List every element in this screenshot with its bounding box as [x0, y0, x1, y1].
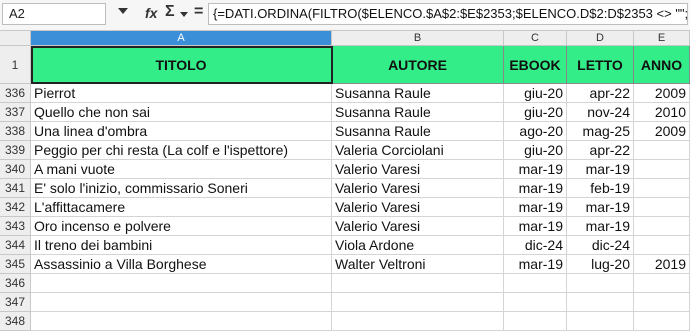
- formula-input[interactable]: {=DATI.ORDINA(FILTRO($ELENCO.$A$2:$E$235…: [208, 3, 688, 25]
- column-header-e[interactable]: E: [634, 31, 690, 46]
- column-header-a[interactable]: A: [31, 31, 332, 46]
- row-header[interactable]: 348: [0, 312, 31, 331]
- table-cell[interactable]: lug-20: [567, 255, 634, 274]
- table-cell[interactable]: [504, 293, 567, 312]
- table-cell[interactable]: feb-19: [567, 179, 634, 198]
- table-cell[interactable]: [31, 274, 332, 293]
- formula-icon[interactable]: =: [194, 3, 203, 21]
- table-cell[interactable]: [504, 312, 567, 331]
- row-header[interactable]: 1: [0, 46, 31, 84]
- table-cell[interactable]: [634, 160, 690, 179]
- table-cell[interactable]: 2010: [634, 103, 690, 122]
- table-cell[interactable]: mar-19: [567, 198, 634, 217]
- table-cell[interactable]: Valerio Varesi: [332, 160, 504, 179]
- table-cell[interactable]: 2009: [634, 122, 690, 141]
- table-cell[interactable]: [332, 293, 504, 312]
- row-header[interactable]: 343: [0, 217, 31, 236]
- column-header-b[interactable]: B: [332, 31, 504, 46]
- table-cell[interactable]: Quello che non sai: [31, 103, 332, 122]
- table-cell[interactable]: L'affittacamere: [31, 198, 332, 217]
- table-cell[interactable]: [31, 312, 332, 331]
- table-cell[interactable]: dic-24: [567, 236, 634, 255]
- row-header[interactable]: 338: [0, 122, 31, 141]
- table-cell[interactable]: [31, 293, 332, 312]
- table-cell[interactable]: Walter Veltroni: [332, 255, 504, 274]
- table-cell[interactable]: mag-25: [567, 122, 634, 141]
- row-header[interactable]: 344: [0, 236, 31, 255]
- header-cell-b[interactable]: AUTORE: [332, 46, 504, 84]
- table-cell[interactable]: mar-19: [567, 217, 634, 236]
- table-cell[interactable]: mar-19: [504, 160, 567, 179]
- table-cell[interactable]: [634, 312, 690, 331]
- function-wizard-icon[interactable]: fx: [145, 5, 157, 21]
- select-all-corner[interactable]: [0, 31, 31, 46]
- table-cell[interactable]: mar-19: [504, 198, 567, 217]
- row-header[interactable]: 345: [0, 255, 31, 274]
- table-cell[interactable]: [634, 217, 690, 236]
- table-cell[interactable]: E' solo l'inizio, commissario Soneri: [31, 179, 332, 198]
- table-cell[interactable]: [504, 274, 567, 293]
- table-cell[interactable]: A mani vuote: [31, 160, 332, 179]
- row-header[interactable]: 347: [0, 293, 31, 312]
- column-header-d[interactable]: D: [567, 31, 634, 46]
- header-cell-e[interactable]: ANNO: [634, 46, 690, 84]
- sum-dropdown-icon[interactable]: [180, 12, 188, 17]
- table-cell[interactable]: dic-24: [504, 236, 567, 255]
- header-cell-d[interactable]: LETTO: [567, 46, 634, 84]
- column-header-c[interactable]: C: [504, 31, 567, 46]
- table-cell[interactable]: giu-20: [504, 103, 567, 122]
- table-cell[interactable]: Assassinio a Villa Borghese: [31, 255, 332, 274]
- formula-bar: A2 fx Σ = {=DATI.ORDINA(FILTRO($ELENCO.$…: [0, 0, 690, 31]
- table-cell[interactable]: [567, 312, 634, 331]
- table-cell[interactable]: 2009: [634, 84, 690, 103]
- row-header[interactable]: 340: [0, 160, 31, 179]
- row-header[interactable]: 341: [0, 179, 31, 198]
- header-cell-c[interactable]: EBOOK: [504, 46, 567, 84]
- row-header[interactable]: 337: [0, 103, 31, 122]
- table-cell[interactable]: Peggio per chi resta (La colf e l'ispett…: [31, 141, 332, 160]
- table-cell[interactable]: [634, 179, 690, 198]
- table-cell[interactable]: Valerio Varesi: [332, 198, 504, 217]
- table-cell[interactable]: Una linea d'ombra: [31, 122, 332, 141]
- table-cell[interactable]: giu-20: [504, 141, 567, 160]
- table-cell[interactable]: Valerio Varesi: [332, 179, 504, 198]
- table-cell[interactable]: [332, 274, 504, 293]
- table-cell[interactable]: [332, 312, 504, 331]
- table-cell[interactable]: nov-24: [567, 103, 634, 122]
- row-header[interactable]: 346: [0, 274, 31, 293]
- table-cell[interactable]: Valerio Varesi: [332, 217, 504, 236]
- table-cell[interactable]: [567, 293, 634, 312]
- table-cell[interactable]: [634, 236, 690, 255]
- sum-icon[interactable]: Σ: [165, 3, 175, 21]
- row-header[interactable]: 342: [0, 198, 31, 217]
- name-box[interactable]: A2: [2, 3, 106, 25]
- table-cell[interactable]: Viola Ardone: [332, 236, 504, 255]
- table-cell[interactable]: Pierrot: [31, 84, 332, 103]
- table-cell[interactable]: ago-20: [504, 122, 567, 141]
- table-cell[interactable]: giu-20: [504, 84, 567, 103]
- table-cell[interactable]: apr-22: [567, 141, 634, 160]
- table-cell[interactable]: [634, 141, 690, 160]
- table-cell[interactable]: Susanna Raule: [332, 122, 504, 141]
- table-cell[interactable]: [634, 198, 690, 217]
- table-cell[interactable]: mar-19: [504, 179, 567, 198]
- row-header[interactable]: 339: [0, 141, 31, 160]
- table-cell[interactable]: Il treno dei bambini: [31, 236, 332, 255]
- table-cell[interactable]: Susanna Raule: [332, 84, 504, 103]
- table-cell[interactable]: Oro incenso e polvere: [31, 217, 332, 236]
- table-cell[interactable]: [634, 274, 690, 293]
- table-cell[interactable]: apr-22: [567, 84, 634, 103]
- header-cell-a[interactable]: TITOLO: [31, 46, 332, 84]
- table-cell[interactable]: mar-19: [567, 160, 634, 179]
- table-cell[interactable]: mar-19: [504, 217, 567, 236]
- table-cell[interactable]: Susanna Raule: [332, 103, 504, 122]
- table-cell[interactable]: Valeria Corciolani: [332, 141, 504, 160]
- table-cell[interactable]: [567, 274, 634, 293]
- table-cell[interactable]: 2019: [634, 255, 690, 274]
- table-cell[interactable]: [634, 293, 690, 312]
- table-cell[interactable]: mar-19: [504, 255, 567, 274]
- row-header[interactable]: 336: [0, 84, 31, 103]
- name-box-dropdown-icon[interactable]: [118, 8, 128, 14]
